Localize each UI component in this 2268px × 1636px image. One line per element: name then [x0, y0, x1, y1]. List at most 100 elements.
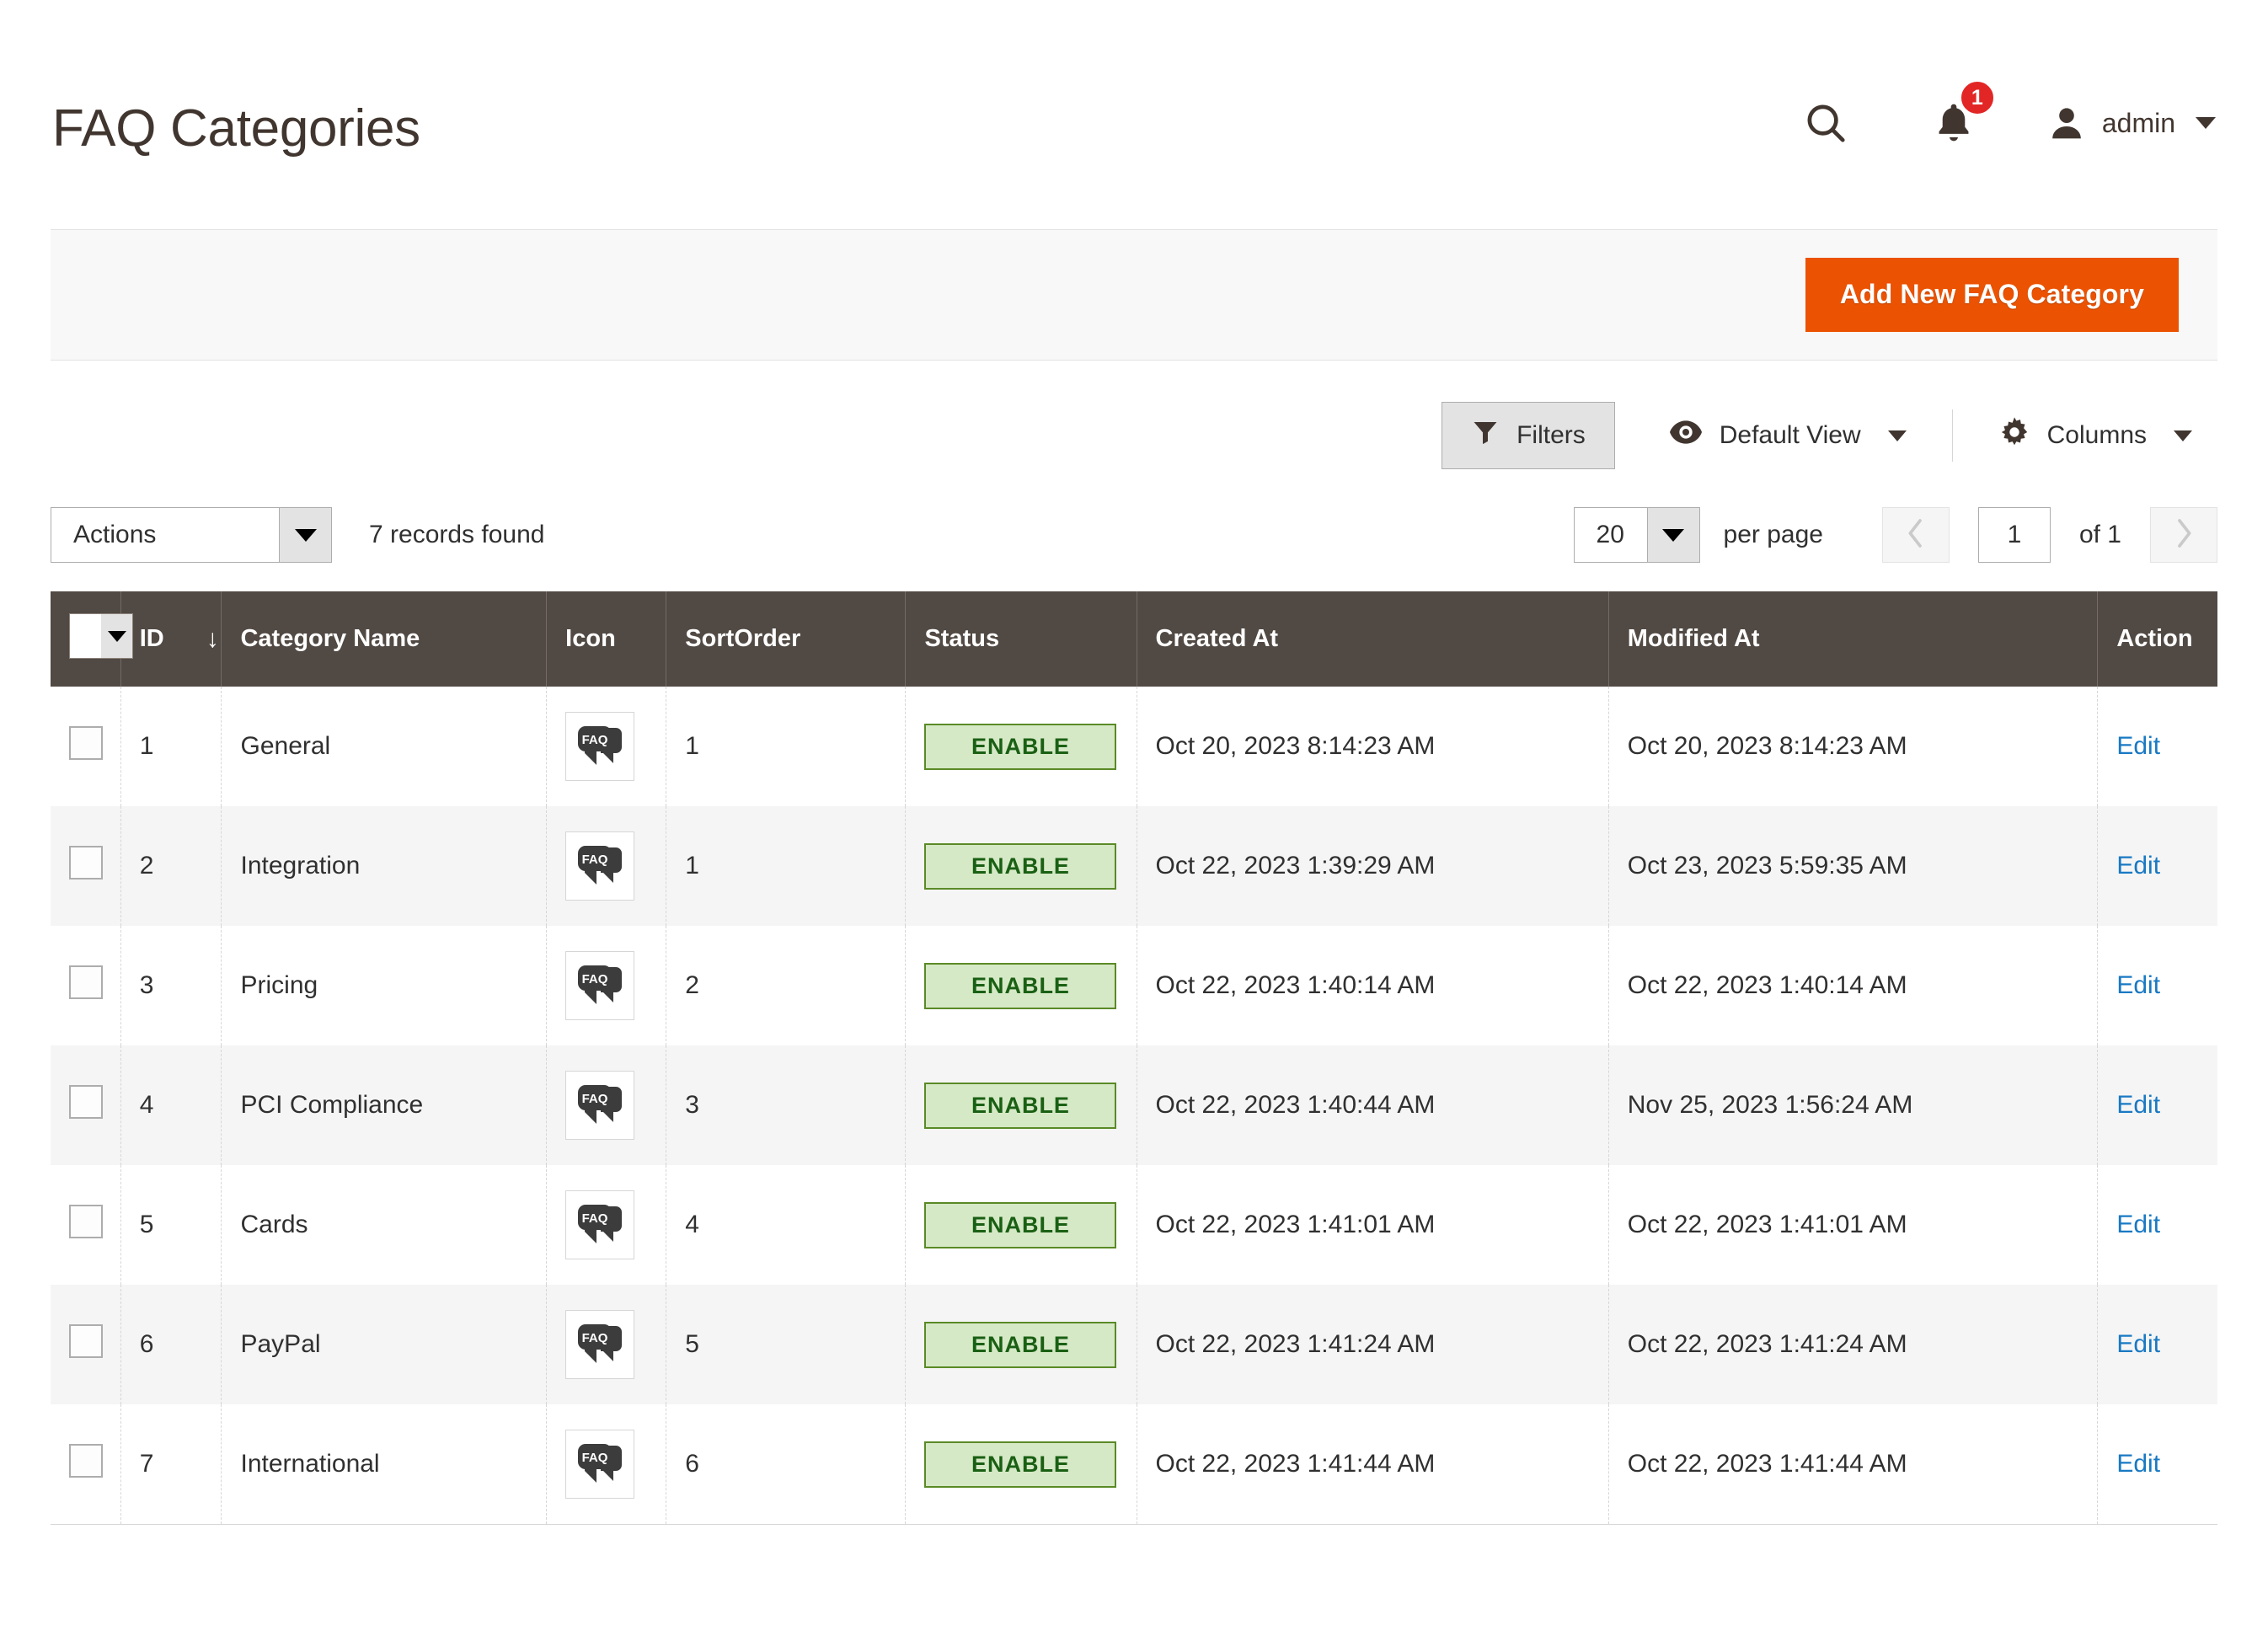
cell-icon: FAQ [546, 926, 667, 1045]
cell-created-at: Oct 22, 2023 1:40:14 AM [1137, 926, 1609, 1045]
cell-modified-at: Oct 23, 2023 5:59:35 AM [1608, 806, 2099, 926]
cell-modified-at: Oct 22, 2023 1:41:24 AM [1608, 1285, 2099, 1404]
cell-action: Edit [2098, 806, 2217, 926]
current-page-input[interactable]: 1 [1977, 507, 2051, 563]
edit-link[interactable]: Edit [2116, 1211, 2160, 1238]
faq-categories-table: ID ↓ Category Name Icon SortOrder Status… [51, 591, 2217, 1525]
cell-created-at: Oct 22, 2023 1:41:44 AM [1137, 1404, 1609, 1525]
row-select-cell[interactable] [51, 687, 121, 806]
edit-link[interactable]: Edit [2116, 1450, 2160, 1478]
svg-text:FAQ: FAQ [582, 1331, 608, 1345]
status-badge: ENABLE [924, 1321, 1117, 1368]
column-header-created-at[interactable]: Created At [1137, 591, 1609, 687]
column-header-status[interactable]: Status [905, 591, 1137, 687]
table-body: 1 General FAQ 1 ENABLE Oct 20, 2023 8:14:23 A… [51, 687, 2217, 1525]
column-header-select-all[interactable] [51, 591, 133, 687]
cell-action: Edit [2098, 1285, 2217, 1404]
edit-link[interactable]: Edit [2116, 732, 2160, 760]
row-checkbox[interactable] [69, 965, 103, 999]
notifications-count-badge: 1 [1958, 79, 1996, 116]
columns-selector[interactable]: Columns [1978, 401, 2212, 470]
grid-pagination-controls: 20 per page 1 of 1 [1573, 507, 2217, 563]
column-header-id[interactable]: ID ↓ [120, 591, 222, 687]
row-checkbox[interactable] [69, 1085, 103, 1119]
chevron-down-icon [279, 508, 331, 562]
cell-category-name: PayPal [221, 1285, 548, 1404]
cell-action: Edit [2098, 1045, 2217, 1165]
cell-action: Edit [2097, 1404, 2217, 1525]
cell-sortorder: 5 [666, 1285, 907, 1404]
row-select-cell[interactable] [51, 1285, 121, 1404]
cell-category-name: PCI Compliance [221, 1045, 548, 1165]
row-checkbox[interactable] [69, 726, 103, 760]
cell-status: ENABLE [905, 1045, 1137, 1165]
row-select-cell[interactable] [51, 926, 121, 1045]
edit-link[interactable]: Edit [2116, 971, 2160, 999]
cell-status: ENABLE [905, 806, 1137, 926]
cell-sortorder: 1 [666, 806, 907, 926]
grid-table-wrapper: ID ↓ Category Name Icon SortOrder Status… [51, 563, 2217, 1525]
cell-modified-at: Oct 22, 2023 1:40:14 AM [1608, 926, 2099, 1045]
cell-id: 6 [120, 1285, 222, 1404]
row-checkbox[interactable] [69, 1205, 103, 1238]
per-page-label: per page [1723, 521, 1823, 548]
per-page-select[interactable]: 20 [1573, 507, 1700, 563]
edit-link[interactable]: Edit [2116, 1091, 2160, 1119]
status-badge: ENABLE [924, 723, 1117, 770]
user-menu[interactable]: admin [2046, 103, 2216, 143]
filters-button[interactable]: Filters [1442, 402, 1615, 469]
cell-category-name: International [221, 1404, 548, 1525]
grid-secondary-toolbar: Actions 7 records found 20 per page 1 of… [51, 470, 2217, 563]
cell-status: ENABLE [905, 1404, 1137, 1525]
mass-actions-select[interactable]: Actions [51, 507, 332, 563]
page-title: FAQ Categories [52, 99, 420, 158]
search-icon[interactable] [1785, 83, 1866, 163]
cell-id: 4 [120, 1045, 222, 1165]
cell-id: 5 [120, 1165, 222, 1285]
table-row: 5 Cards FAQ 4 ENABLE Oct 22, 2023 1:41:01 AM O… [51, 1165, 2217, 1285]
chevron-down-icon [2196, 117, 2216, 129]
status-badge: ENABLE [924, 1201, 1117, 1248]
cell-category-name: General [221, 687, 548, 806]
faq-bubble-icon: FAQ [565, 712, 635, 781]
grid-left-controls: Actions 7 records found [51, 507, 544, 563]
cell-category-name: Integration [221, 806, 548, 926]
per-page-value: 20 [1596, 521, 1624, 548]
column-header-sortorder[interactable]: SortOrder [666, 591, 907, 687]
row-select-cell[interactable] [51, 806, 121, 926]
cell-icon: FAQ [546, 687, 667, 806]
add-new-faq-category-button[interactable]: Add New FAQ Category [1805, 258, 2179, 332]
cell-icon: FAQ [546, 1045, 667, 1165]
faq-bubble-icon: FAQ [565, 1071, 635, 1140]
next-page-button[interactable] [2150, 507, 2217, 563]
column-header-action: Action [2097, 591, 2217, 687]
mass-actions-value: Actions [73, 521, 157, 548]
row-checkbox[interactable] [69, 846, 103, 879]
select-all-checkbox-dropdown[interactable] [69, 613, 133, 659]
previous-page-button[interactable] [1881, 507, 1950, 563]
row-checkbox[interactable] [69, 1444, 103, 1478]
row-select-cell[interactable] [51, 1045, 121, 1165]
column-header-icon[interactable]: Icon [546, 591, 667, 687]
user-avatar-icon [2046, 103, 2087, 143]
notifications-bell-icon[interactable]: 1 [1913, 79, 1996, 163]
row-select-cell[interactable] [51, 1165, 121, 1285]
column-header-category-name[interactable]: Category Name [221, 591, 548, 687]
chevron-down-icon[interactable] [101, 614, 132, 658]
faq-bubble-icon: FAQ [565, 1310, 635, 1379]
column-header-modified-at[interactable]: Modified At [1608, 591, 2099, 687]
default-view-selector[interactable]: Default View [1649, 403, 1927, 468]
row-select-cell[interactable] [51, 1404, 121, 1525]
row-checkbox[interactable] [69, 1324, 103, 1358]
cell-icon: FAQ [546, 1165, 667, 1285]
eye-icon [1669, 418, 1703, 453]
faq-bubble-icon: FAQ [565, 1190, 635, 1259]
grid-toolbar: Filters Default View Columns [51, 361, 2217, 470]
edit-link[interactable]: Edit [2116, 1330, 2160, 1358]
edit-link[interactable]: Edit [2116, 852, 2160, 879]
faq-bubble-icon: FAQ [565, 951, 635, 1020]
cell-modified-at: Oct 22, 2023 1:41:01 AM [1608, 1165, 2099, 1285]
cell-created-at: Oct 20, 2023 8:14:23 AM [1137, 687, 1609, 806]
status-badge: ENABLE [924, 842, 1117, 890]
select-all-checkbox[interactable] [70, 614, 101, 658]
